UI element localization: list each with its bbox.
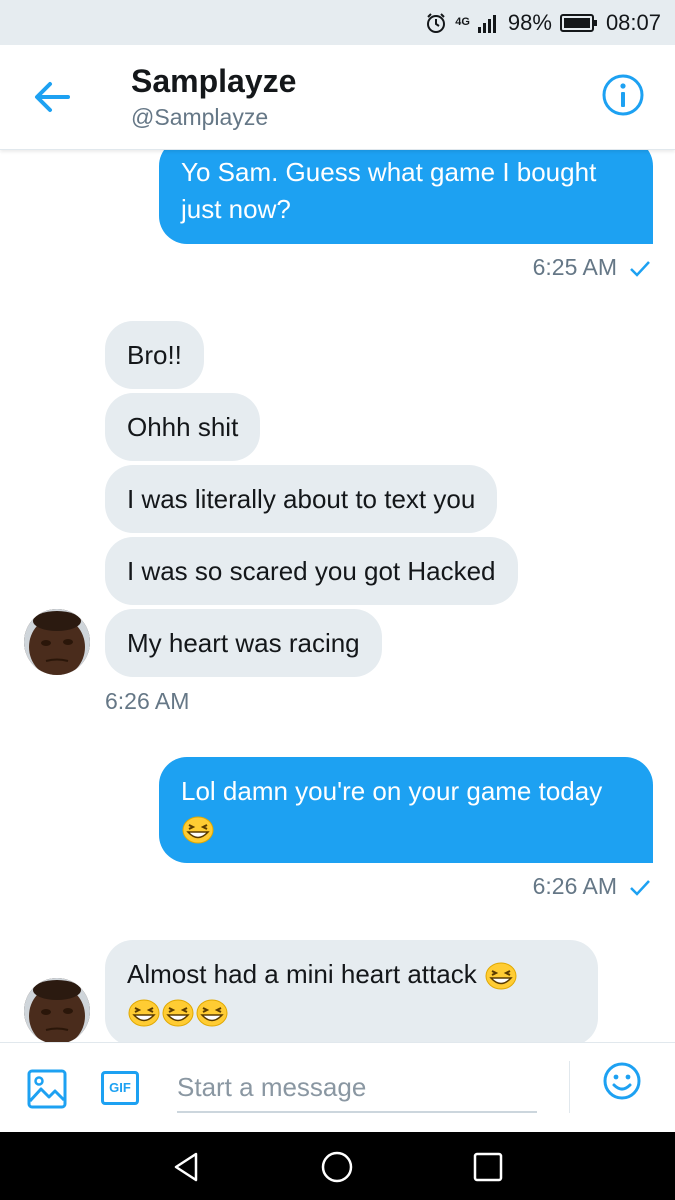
image-icon[interactable] [27,1069,67,1109]
message-text: Almost had a mini heart attack [127,959,477,989]
grinning-squinting-face-icon [485,962,517,990]
message-text: Ohhh shit [127,412,239,442]
grinning-squinting-face-icon [182,816,214,844]
message-text: Lol damn you're on your game today [181,776,603,806]
nav-back-icon[interactable] [170,1150,204,1184]
message-timestamp: 6:25 AM [533,254,651,281]
battery-percent: 98% [507,9,552,35]
grinning-squinting-face-icon [196,999,228,1027]
network-type: 4G [455,16,470,28]
emoji-icon[interactable] [602,1061,642,1101]
gif-label: GIF [109,1080,131,1095]
checkmark-icon [630,880,650,896]
message-bubble-sent[interactable]: Yo Sam. Guess what game I bought just no… [159,150,653,244]
message-text: I was literally about to text you [127,484,476,514]
message-bubble-received[interactable]: I was so scared you got Hacked [105,537,518,605]
status-icons: 4G 98% 08:07 [425,0,661,45]
avatar[interactable] [24,978,90,1042]
avatar[interactable] [24,609,90,675]
message-text: My heart was racing [127,628,360,658]
status-bar: 4G 98% 08:07 [0,0,675,45]
conversation-handle: @Samplayze [131,104,269,130]
grinning-squinting-face-icon [162,999,194,1027]
avatar-image [24,978,90,1042]
conversation-header: Samplayze @Samplayze [0,45,675,150]
message-text: I was so scared you got Hacked [127,556,496,586]
message-timestamp: 6:26 AM [533,873,651,900]
avatar-image [24,609,90,675]
message-input[interactable] [177,1063,537,1113]
message-bubble-received[interactable]: I was literally about to text you [105,465,498,533]
back-arrow-icon[interactable] [30,77,74,117]
info-icon[interactable] [601,73,645,117]
message-text: Bro!! [127,340,182,370]
checkmark-icon [630,261,650,277]
message-bubble-sent[interactable]: Lol damn you're on your game today [159,757,653,863]
message-text: Yo Sam. Guess what game I bought just no… [181,157,597,224]
message-bubble-received[interactable]: My heart was racing [105,609,382,677]
message-bubble-received[interactable]: Almost had a mini heart attack [105,940,598,1042]
grinning-squinting-face-icon [128,999,160,1027]
message-composer: GIF [0,1042,675,1133]
gif-button[interactable]: GIF [101,1071,139,1105]
alarm-icon [427,12,446,33]
message-timestamp: 6:26 AM [105,688,190,714]
message-bubble-received[interactable]: Ohhh shit [105,393,261,461]
nav-home-icon[interactable] [320,1150,354,1184]
composer-divider [569,1061,570,1113]
nav-recents-icon[interactable] [471,1150,505,1184]
message-bubble-received[interactable]: Bro!! [105,321,204,389]
message-list[interactable]: Yo Sam. Guess what game I bought just no… [0,150,675,1042]
battery-icon [559,13,597,32]
conversation-title: Samplayze [131,63,297,99]
clock: 08:07 [605,9,661,35]
system-nav-bar [0,1132,675,1200]
signal-icon [477,14,496,33]
